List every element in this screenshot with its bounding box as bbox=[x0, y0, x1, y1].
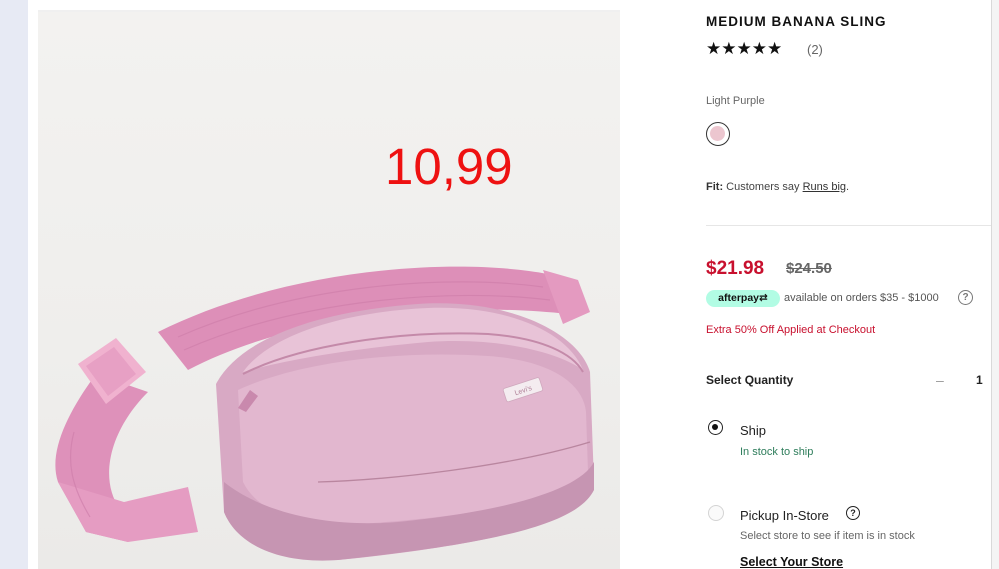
fit-info: Fit: Customers say Runs big. bbox=[706, 181, 849, 193]
afterpay-logo[interactable]: afterpay⇄ bbox=[706, 290, 780, 307]
quantity-decrease-button[interactable]: – bbox=[936, 372, 944, 388]
promo-message: Extra 50% Off Applied at Checkout bbox=[706, 324, 876, 336]
ship-radio-selected-dot bbox=[712, 424, 718, 430]
ship-radio[interactable] bbox=[708, 420, 723, 435]
ship-stock-status: In stock to ship bbox=[740, 446, 814, 458]
overlay-price-annotation: 10,99 bbox=[385, 138, 513, 195]
swatch-fill bbox=[710, 126, 725, 141]
afterpay-help-icon[interactable]: ? bbox=[958, 290, 973, 305]
pickup-help-icon[interactable]: ? bbox=[846, 506, 860, 520]
original-price: $24.50 bbox=[786, 260, 832, 277]
afterpay-info-text: available on orders $35 - $1000 bbox=[784, 292, 939, 304]
product-title: MEDIUM BANANA SLING bbox=[706, 14, 887, 29]
fit-label: Fit: bbox=[706, 181, 724, 193]
banana-sling-image: Levi's bbox=[55, 266, 594, 561]
pickup-note: Select store to see if item is in stock bbox=[740, 530, 915, 542]
quantity-value[interactable]: 1 bbox=[976, 373, 983, 387]
review-count-link[interactable]: (2) bbox=[807, 42, 823, 57]
fit-text: Customers say bbox=[726, 181, 800, 193]
select-store-link[interactable]: Select Your Store bbox=[740, 555, 843, 569]
pickup-option-label[interactable]: Pickup In-Store bbox=[740, 508, 829, 523]
ship-option-label[interactable]: Ship bbox=[740, 423, 766, 438]
sale-price: $21.98 bbox=[706, 258, 765, 279]
quantity-label: Select Quantity bbox=[706, 373, 794, 387]
section-divider bbox=[706, 225, 991, 226]
product-image[interactable]: Levi's 10,99 bbox=[38, 12, 620, 569]
color-swatch-light-purple[interactable] bbox=[706, 122, 730, 146]
fit-period: . bbox=[846, 181, 850, 193]
selected-color-label: Light Purple bbox=[706, 95, 765, 107]
pickup-radio[interactable] bbox=[708, 505, 724, 521]
fit-runs-big-link[interactable]: Runs big bbox=[803, 181, 846, 193]
rating-stars-icon[interactable]: ★★★★★ bbox=[706, 39, 782, 59]
scrollbar-track[interactable] bbox=[991, 0, 999, 569]
